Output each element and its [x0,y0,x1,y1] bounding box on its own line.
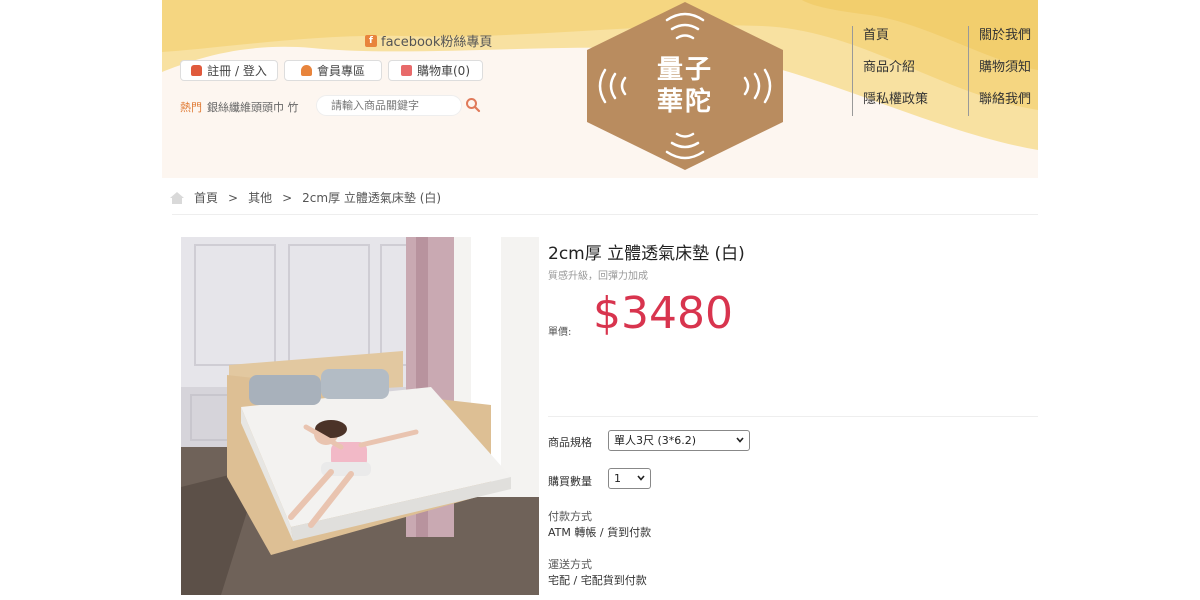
chevron-down-icon [637,475,645,481]
nav-item-home[interactable]: 首頁 [863,24,928,43]
member-area-button[interactable]: 會員專區 [284,60,382,81]
nav-item-about[interactable]: 關於我們 [979,24,1031,43]
site-logo[interactable]: 量子 華陀 [579,2,791,170]
product-title: 2cm厚 立體透氣床墊 (白) [548,244,745,264]
spec-select-value: 單人3尺 (3*6.2) [614,434,697,447]
hot-keywords-label: 熱門 [180,101,202,114]
payment-value: ATM 轉帳 / 貨到付款 [548,526,652,539]
search-icon[interactable] [465,97,481,113]
cart-icon [401,65,412,76]
product-price: $3480 [593,288,733,339]
price-divider [548,416,1038,417]
breadcrumb-divider [172,214,1038,215]
breadcrumb-home[interactable]: 首頁 [194,189,218,206]
nav-item-privacy[interactable]: 隱私權政策 [863,88,928,107]
payment-label: 付款方式 [548,510,592,523]
shipping-value: 宅配 / 宅配貨到付款 [548,574,647,587]
breadcrumb-separator: > [282,190,293,205]
logo-text-line1: 量子 [656,55,713,85]
lock-icon [191,65,203,76]
breadcrumb: 首頁 > 其他 > 2cm厚 立體透氣床墊 (白) [170,189,441,206]
facebook-label: facebook粉絲專頁 [381,35,493,50]
logo-text-line2: 華陀 [656,87,713,117]
nav-item-shopping-guide[interactable]: 購物須知 [979,56,1031,75]
nav-column-1: 首頁 商品介紹 隱私權政策 [863,24,928,107]
home-icon [170,191,184,204]
cart-label: 購物車(0) [417,64,470,78]
nav-divider-2 [968,26,969,116]
hot-keywords-links[interactable]: 銀絲纖維頭頭巾 竹 [207,99,299,115]
quantity-select-value: 1 [614,472,621,485]
facebook-fanpage-link[interactable]: f facebook粉絲專頁 [365,31,492,50]
spec-select[interactable]: 單人3尺 (3*6.2) [608,430,750,451]
register-login-label: 註冊 / 登入 [207,64,267,78]
register-login-button[interactable]: 註冊 / 登入 [180,60,278,81]
user-icon [300,65,312,76]
nav-item-products[interactable]: 商品介紹 [863,56,928,75]
search-input[interactable]: 請輸入商品關鍵字 [316,95,462,116]
quantity-select[interactable]: 1 [608,468,651,489]
page: f facebook粉絲專頁 註冊 / 登入 會員專區 購物車(0) 熱門 銀絲… [162,0,1038,600]
breadcrumb-separator: > [228,190,239,205]
nav-item-contact[interactable]: 聯絡我們 [979,88,1031,107]
breadcrumb-current: 2cm厚 立體透氣床墊 (白) [302,191,442,205]
shipping-label: 運送方式 [548,558,592,571]
site-header: f facebook粉絲專頁 註冊 / 登入 會員專區 購物車(0) 熱門 銀絲… [162,0,1038,178]
breadcrumb-category[interactable]: 其他 [248,189,272,206]
chevron-down-icon [736,437,744,443]
quantity-label: 購買數量 [548,475,592,488]
product-photo[interactable] [181,237,539,595]
member-area-label: 會員專區 [316,64,365,78]
facebook-icon: f [365,34,377,47]
price-label: 單價: [548,327,572,338]
product-subtitle: 質感升級，回彈力加成 [548,271,648,282]
product-photo-illustration [181,237,539,595]
nav-divider-1 [852,26,853,116]
nav-column-2: 關於我們 購物須知 聯絡我們 [979,24,1031,107]
cart-button[interactable]: 購物車(0) [388,60,483,81]
spec-label: 商品規格 [548,436,592,449]
